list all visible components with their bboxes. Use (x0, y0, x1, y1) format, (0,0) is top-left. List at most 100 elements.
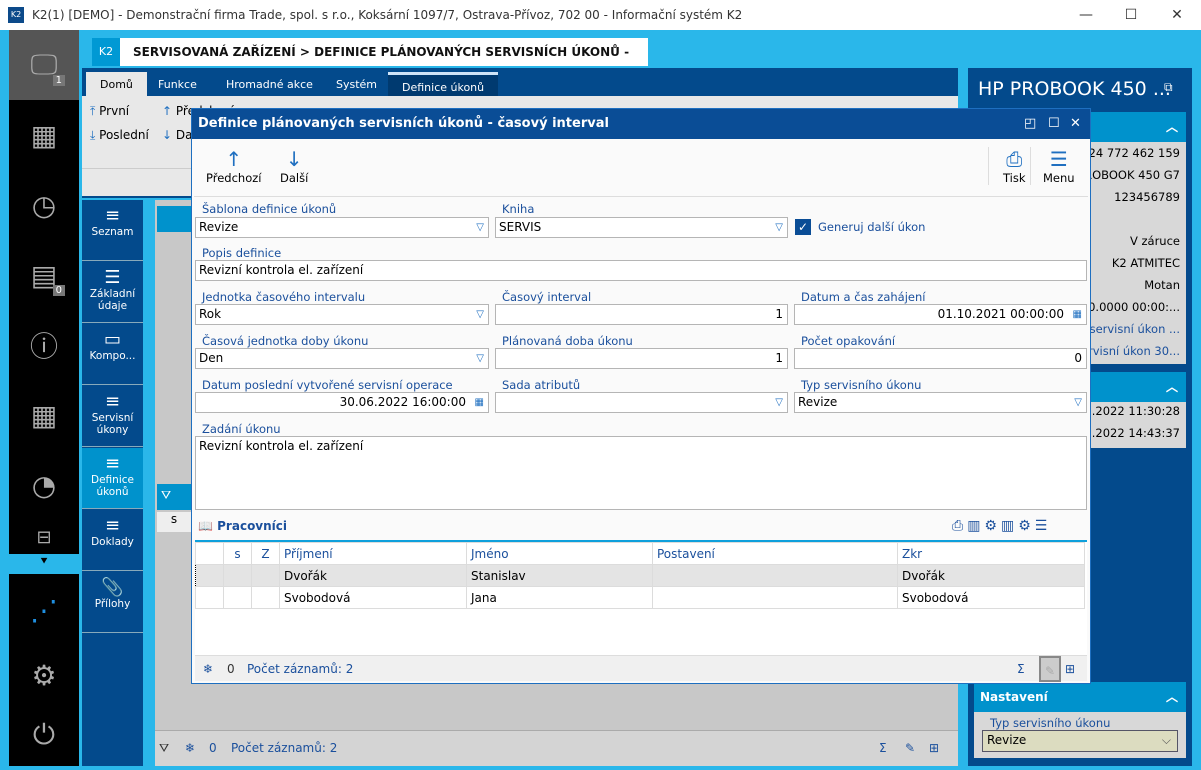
selected-count: 0 (227, 662, 235, 676)
filter-icon[interactable]: ⛛ (159, 735, 169, 761)
book-select[interactable]: SERVIS ▽ (495, 217, 788, 238)
type-select[interactable]: Revize ▽ (794, 392, 1087, 413)
snowflake-icon: ❄ (203, 662, 214, 676)
power-icon[interactable]: ⏻ (9, 700, 79, 770)
calendar-icon[interactable]: ▦ (9, 380, 79, 450)
ribbon-tab-system[interactable]: Systém (322, 72, 391, 98)
window-title: K2(1) [DEMO] - Demonstrační firma Trade,… (32, 8, 743, 22)
window-titlebar: K2 K2(1) [DEMO] - Demonstrační firma Tra… (0, 0, 1201, 30)
minimize-button[interactable]: — (1063, 0, 1109, 30)
list-icon: ≡ (104, 453, 121, 474)
k2-tab-icon[interactable]: K2 (92, 38, 120, 66)
messages-badge: 0 (52, 285, 65, 296)
ribbon-tab-bulk[interactable]: Hromadné akce (212, 72, 327, 98)
background-status-bar: ⛛ ❄ 0 Počet záznamů: 2 Σ ✎ ⊞ (155, 730, 958, 766)
dialog-toolbar (194, 141, 1088, 197)
previous-button[interactable]: ↑ Předchozí (206, 147, 261, 185)
apps-grid-icon[interactable]: ▦ (9, 100, 79, 170)
workers-status-bar: ❄ 0 Počet záznamů: 2 Σ ✎ ⊞ (195, 655, 1087, 682)
table-row[interactable]: Svobodová Jana Svobodová (195, 586, 1085, 609)
workers-toolbar-icons[interactable]: ⎙▥⚙▥⚙☰ (952, 518, 1051, 534)
sum-icon[interactable]: Σ (879, 735, 887, 761)
dropdown-icon: ▽ (476, 222, 484, 233)
arrow-down-icon: ↓ (285, 147, 303, 171)
ribbon-tab-functions[interactable]: Funkce (144, 72, 211, 98)
desktop-icon[interactable]: 🖵 1 (9, 30, 79, 100)
device-title: HP PROBOOK 450 ... (978, 78, 1171, 100)
k2-brand-icon: ⋰ (30, 593, 58, 627)
app-sidebar: 🖵 1 ▦ ◷ ▤ 0 ⓘ ▦ ◔ ⊟ ⯆ ⋰ ⚙ ⏻ (9, 30, 79, 766)
nav-item-prilohy[interactable]: 📎 Přílohy (82, 572, 143, 633)
last-date-input[interactable]: 30.06.2022 16:00:00 ▦ (195, 392, 489, 413)
nav-item-zakladni[interactable]: ☰ Základní údaje (82, 262, 143, 323)
nav-item-servisni-ukony[interactable]: ≡ Servisní úkony (82, 386, 143, 447)
duration-input[interactable]: 1 (495, 348, 788, 369)
workers-grid: s Z Příjmení Jméno Postavení Zkr Dvořák Stanis… (195, 540, 1087, 656)
detail-row: ý servisní úkon ... (1079, 322, 1180, 336)
nav-item-seznam[interactable]: ≡ Seznam (82, 200, 143, 261)
record-count: Počet záznamů: 2 (247, 662, 354, 676)
first-button[interactable]: ⤒ První (90, 104, 129, 119)
template-select[interactable]: Revize ▽ (195, 217, 489, 238)
menu-button[interactable]: ☰ Menu (1030, 147, 1075, 185)
edit-icon[interactable]: ✎ (1039, 656, 1061, 682)
generate-next-label: Generuj další úkon (818, 220, 926, 234)
add-record-icon[interactable]: ⊞ (929, 735, 939, 761)
template-label: Šablona definice úkonů (202, 202, 337, 216)
repeat-input[interactable]: 0 (794, 348, 1087, 369)
popout-icon[interactable]: ⧉ (1164, 80, 1173, 95)
next-button[interactable]: ↓ Další (280, 147, 308, 185)
history-icon[interactable]: ◷ (9, 170, 79, 240)
list-icon: ≡ (104, 391, 121, 412)
book-label: Kniha (502, 202, 535, 216)
list-bullet-icon: ☰ (104, 267, 121, 288)
list-icon: ≡ (104, 205, 121, 226)
settings-type-select[interactable]: Revize ⌵ (982, 730, 1178, 752)
book-icon: 📖 (198, 519, 213, 533)
messages-icon[interactable]: ▤ 0 (9, 240, 79, 310)
nav-item-komponenty[interactable]: ▭ Kompo... (82, 324, 143, 385)
last-button[interactable]: ⤓ Poslední (90, 128, 149, 143)
close-icon[interactable]: ✕ (1070, 109, 1081, 139)
duration-unit-select[interactable]: Den ▽ (195, 348, 489, 369)
nav-item-definice[interactable]: ≡ Definice úkonů (82, 448, 143, 509)
attribute-set-select[interactable]: ▽ (495, 392, 788, 413)
section-nav: ≡ Seznam ☰ Základní údaje ▭ Kompo... ≡ Servi… (82, 200, 143, 766)
interval-input[interactable]: 1 (495, 304, 788, 325)
assignment-textarea[interactable]: Revizní kontrola el. zařízení (195, 436, 1087, 510)
ribbon-tab-home[interactable]: Domů (86, 72, 147, 98)
assignment-label: Zadání úkonu (202, 422, 281, 436)
tab-active[interactable]: SERVISOVANÁ ZAŘÍZENÍ > DEFINICE PLÁNOVAN… (120, 38, 648, 87)
calendar-icon: ▦ (1072, 309, 1082, 320)
duration-unit-label: Časová jednotka doby úkonu (202, 334, 369, 348)
table-row[interactable]: Dvořák Stanislav Dvořák (195, 564, 1085, 587)
duration-label: Plánovaná doba úkonu (502, 334, 633, 348)
description-input[interactable]: Revizní kontrola el. zařízení (195, 260, 1087, 281)
interval-unit-select[interactable]: Rok ▽ (195, 304, 489, 325)
dropdown-icon: ▽ (775, 222, 783, 233)
desktop-badge: 1 (52, 75, 65, 86)
record-count: Počet záznamů: 2 (231, 741, 338, 755)
arrow-up-icon: ↑ (225, 147, 243, 171)
info-icon[interactable]: ⓘ (9, 310, 79, 380)
add-record-icon[interactable]: ⊞ (1065, 656, 1075, 682)
list-icon: ≡ (104, 515, 121, 536)
edit-icon[interactable]: ✎ (905, 735, 915, 761)
maximize-button[interactable]: ☐ (1108, 0, 1154, 30)
collapse-down-icon[interactable]: ⯆ (9, 554, 79, 574)
generate-next-checkbox[interactable]: ✓ (795, 219, 811, 235)
attribute-set-label: Sada atributů (502, 378, 581, 392)
detail-row: ervisní úkon 30... (1080, 344, 1180, 358)
maximize-icon[interactable]: ☐ (1048, 109, 1060, 139)
print-button[interactable]: ⎙ Tisk (988, 147, 1026, 185)
dock-icon[interactable]: ◰ (1024, 109, 1036, 139)
close-button[interactable]: ✕ (1154, 0, 1200, 30)
settings-header[interactable]: Nastavení ︿ (974, 682, 1186, 712)
network-icon[interactable]: ⊟ (9, 520, 79, 554)
nav-item-doklady[interactable]: ≡ Doklady (82, 510, 143, 571)
sum-icon[interactable]: Σ (1017, 656, 1025, 682)
chart-pie-icon[interactable]: ◔ (9, 450, 79, 520)
start-date-input[interactable]: 01.10.2021 00:00:00 ▦ (794, 304, 1087, 325)
ribbon-tab-definitions[interactable]: Definice úkonů (388, 72, 499, 98)
detail-row: V záruce (1129, 234, 1180, 248)
